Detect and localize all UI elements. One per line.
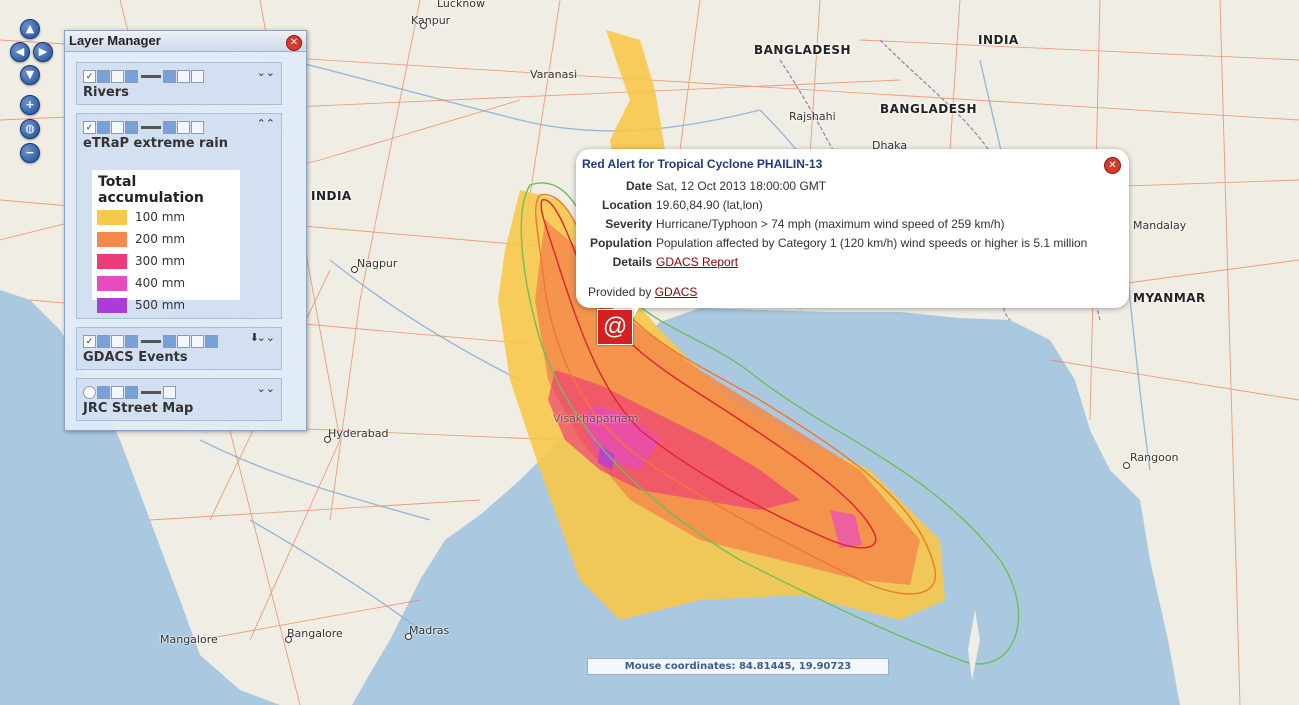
city-label-lucknow: Lucknow bbox=[437, 0, 486, 10]
pan-up-icon[interactable]: ▲ bbox=[20, 19, 40, 39]
legend-swatch bbox=[97, 209, 127, 225]
base-layer-radio[interactable] bbox=[83, 386, 96, 400]
legend-item: 400 mm bbox=[92, 272, 240, 294]
legend-item: 200 mm bbox=[92, 228, 240, 250]
legend-swatch bbox=[97, 231, 127, 247]
country-label-india-ne: INDIA bbox=[978, 33, 1019, 47]
collapse-chevron-icon[interactable]: ⌃⌃ bbox=[257, 117, 275, 130]
pan-down-icon[interactable]: ▼ bbox=[20, 65, 40, 85]
legend-swatch bbox=[97, 297, 127, 313]
close-icon[interactable]: ✕ bbox=[286, 35, 302, 51]
expand-chevron-icon[interactable]: ⌄⌄ bbox=[257, 66, 275, 79]
layer-etrap: ✓ ⌃⌃ eTRaP extreme rain Total accumulati… bbox=[76, 113, 282, 319]
city-label-bangalore: Bangalore bbox=[287, 627, 343, 640]
layer-name: GDACS Events bbox=[83, 350, 188, 365]
layer-manager-panel: Layer Manager ✕ ✓ ⌄⌄ Rivers ✓ ⌃⌃ eTRaP e… bbox=[64, 30, 307, 431]
city-label-kanpur: Kanpur bbox=[411, 14, 451, 27]
layer-gdacs-events: ✓ ⬇ ⌄⌄ GDACS Events bbox=[76, 327, 282, 370]
legend-swatch bbox=[97, 253, 127, 269]
city-label-nagpur: Nagpur bbox=[357, 257, 398, 270]
city-label-madras: Madras bbox=[409, 624, 450, 637]
legend-swatch bbox=[97, 275, 127, 291]
trash-icon[interactable] bbox=[177, 121, 190, 135]
rainfall-legend: Total accumulation 100 mm 200 mm 300 mm … bbox=[92, 170, 240, 313]
trash-icon[interactable] bbox=[163, 386, 176, 400]
city-label-mandalay: Mandalay bbox=[1133, 219, 1187, 232]
zoom-in-icon[interactable]: + bbox=[20, 95, 40, 115]
zoom-world-icon[interactable]: ◍ bbox=[20, 119, 40, 139]
expand-chevron-icon[interactable]: ⌄⌄ bbox=[257, 382, 275, 395]
opacity-slider[interactable] bbox=[141, 75, 161, 79]
gdacs-link[interactable]: GDACS bbox=[655, 285, 698, 299]
refresh-icon[interactable] bbox=[205, 335, 218, 349]
opacity-slider[interactable] bbox=[141, 391, 161, 395]
pan-left-icon[interactable]: ◀ bbox=[10, 42, 30, 62]
popup-title: Red Alert for Tropical Cyclone PHAILIN-1… bbox=[582, 157, 823, 171]
layer-rivers: ✓ ⌄⌄ Rivers bbox=[76, 62, 282, 105]
city-label-hyderabad: Hyderabad bbox=[328, 427, 389, 440]
opacity-slider[interactable] bbox=[141, 340, 161, 344]
expand-chevron-icon[interactable]: ⌄⌄ bbox=[257, 331, 275, 344]
city-label-rangoon: Rangoon bbox=[1130, 451, 1179, 464]
provided-by: Provided by GDACS bbox=[588, 285, 698, 299]
zoom-out-icon[interactable]: − bbox=[20, 143, 40, 163]
layer-visibility-checkbox[interactable]: ✓ bbox=[83, 335, 96, 349]
layer-name: JRC Street Map bbox=[83, 401, 194, 416]
country-label-bangladesh-2: BANGLADESH bbox=[880, 102, 978, 116]
close-icon[interactable]: ✕ bbox=[1104, 157, 1121, 174]
city-label-varanasi: Varanasi bbox=[530, 68, 578, 81]
layer-visibility-checkbox[interactable]: ✓ bbox=[83, 121, 96, 135]
pan-right-icon[interactable]: ▶ bbox=[33, 42, 53, 62]
country-label-india: INDIA bbox=[311, 189, 352, 203]
city-label-mangalore: Mangalore bbox=[160, 633, 218, 646]
layer-jrc-street-map: ⌄⌄ JRC Street Map bbox=[76, 378, 282, 421]
city-label-visakhapatnam: Visakhapatnam bbox=[553, 412, 639, 425]
legend-title: Total accumulation bbox=[98, 174, 204, 206]
opacity-slider[interactable] bbox=[141, 126, 161, 130]
legend-item: 100 mm bbox=[92, 206, 240, 228]
layer-name: Rivers bbox=[83, 85, 129, 100]
layer-manager-title: Layer Manager bbox=[65, 31, 306, 52]
mouse-coordinates: Mouse coordinates: 84.81445, 19.90723 bbox=[587, 658, 889, 675]
legend-item: 500 mm bbox=[92, 294, 240, 316]
country-label-bangladesh-1: BANGLADESH bbox=[754, 43, 852, 57]
trash-icon[interactable] bbox=[177, 335, 190, 349]
cyclone-icon[interactable]: @ bbox=[597, 309, 633, 345]
layer-visibility-checkbox[interactable]: ✓ bbox=[83, 70, 96, 84]
trash-icon[interactable] bbox=[177, 70, 190, 84]
layer-name: eTRaP extreme rain bbox=[83, 136, 228, 151]
country-label-myanmar: MYANMAR bbox=[1133, 291, 1206, 305]
alert-popup: Red Alert for Tropical Cyclone PHAILIN-1… bbox=[576, 149, 1129, 330]
legend-item: 300 mm bbox=[92, 250, 240, 272]
gdacs-report-link[interactable]: GDACS Report bbox=[656, 255, 738, 269]
city-label-rajshahi: Rajshahi bbox=[789, 110, 836, 123]
